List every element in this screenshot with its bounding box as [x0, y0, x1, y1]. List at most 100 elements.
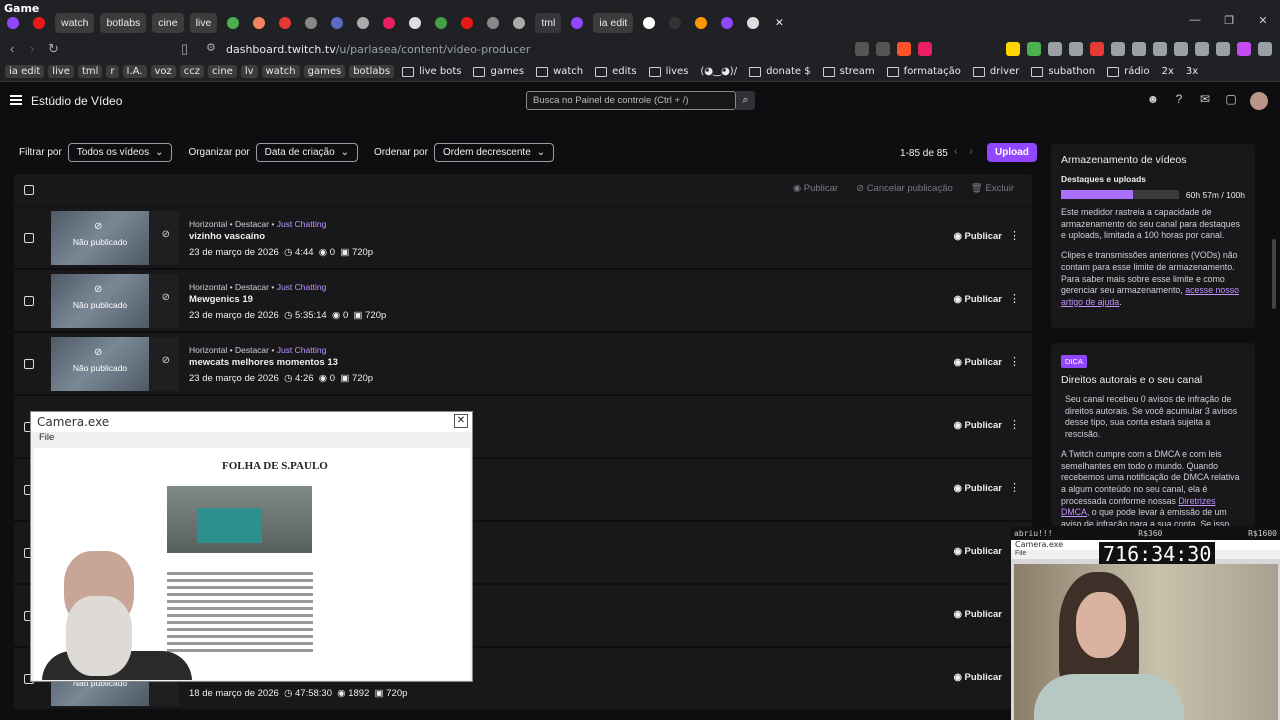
zoom-icon[interactable]	[855, 42, 869, 56]
publish-button[interactable]: ◉ Publicar	[954, 231, 1002, 242]
bookmark-item[interactable]: formatação	[883, 65, 965, 78]
share-icon[interactable]	[876, 42, 890, 56]
extension-icon[interactable]	[1048, 42, 1062, 56]
bookmark-item[interactable]: stream	[819, 65, 879, 78]
table-row[interactable]: ⊘ ⊘ Não publicado Horizontal • Destacar • J…	[14, 332, 1032, 394]
bookmark-icon[interactable]: ▯	[181, 41, 188, 57]
browser-tab[interactable]	[662, 13, 688, 33]
bookmark-item[interactable]: (◕‿◕)/	[696, 65, 741, 78]
extension-icon[interactable]	[1027, 42, 1041, 56]
table-row[interactable]: ⊘ ⊘ Não publicado Horizontal • Destacar • J…	[14, 269, 1032, 331]
browser-tab[interactable]	[506, 13, 532, 33]
pagination-arrows[interactable]: ‹›	[954, 146, 985, 157]
wallet-icon[interactable]	[1174, 42, 1188, 56]
bulk-unpublish-button[interactable]: ⊘ Cancelar publicação	[856, 183, 953, 194]
bookmark-item[interactable]: watch	[532, 65, 587, 78]
browser-tab[interactable]	[246, 13, 272, 33]
bookmark-item[interactable]: subathon	[1027, 65, 1099, 78]
hamburger-menu-icon[interactable]	[10, 95, 22, 105]
more-options-icon[interactable]: ⋮	[1009, 418, 1020, 431]
browser-tab[interactable]	[26, 13, 52, 33]
dashboard-search-input[interactable]: Busca no Painel de controle (Ctrl + /)	[526, 91, 736, 110]
camera-menu-file[interactable]: File	[31, 432, 472, 446]
close-icon[interactable]: ✕	[454, 414, 468, 428]
browser-tab[interactable]	[740, 13, 766, 33]
bulk-delete-button[interactable]: 🗑 Excluir	[971, 183, 1014, 194]
camera-window-main[interactable]: Camera.exe ✕ File FOLHA DE S.PAULO	[30, 411, 473, 682]
brave-shield-icon[interactable]	[897, 42, 911, 56]
bookmark-item[interactable]: 2x	[1158, 65, 1178, 78]
bookmark-item[interactable]: rádio	[1103, 65, 1153, 78]
menu-icon[interactable]	[1258, 42, 1272, 56]
bookmark-item[interactable]: 3x	[1182, 65, 1202, 78]
browser-tab[interactable]	[454, 13, 480, 33]
bookmark-item[interactable]: live	[48, 65, 74, 78]
camera-titlebar[interactable]: Camera.exe ✕	[31, 412, 472, 432]
browser-tab[interactable]: ia edit	[593, 13, 634, 33]
profile-icon[interactable]	[1237, 42, 1251, 56]
browser-tab[interactable]	[636, 13, 662, 33]
browser-tab[interactable]: ✕	[766, 13, 792, 33]
video-category[interactable]: Just Chatting	[277, 219, 327, 229]
publish-button[interactable]: ◉ Publicar	[954, 483, 1002, 494]
forward-icon[interactable]: ›	[30, 41, 34, 56]
bookmark-item[interactable]: games	[469, 65, 528, 78]
maximize-icon[interactable]: ❐	[1212, 14, 1246, 27]
publish-button[interactable]: ◉ Publicar	[954, 420, 1002, 431]
browser-tab[interactable]	[220, 13, 246, 33]
whispers-icon[interactable]: ▢	[1224, 92, 1238, 106]
browser-tab[interactable]	[350, 13, 376, 33]
scrollbar[interactable]	[1272, 239, 1276, 309]
browser-tab[interactable]	[298, 13, 324, 33]
video-thumbnail[interactable]: ⊘ ⊘ Não publicado	[51, 211, 179, 265]
order-dropdown[interactable]: Ordem decrescente	[433, 143, 555, 162]
video-title[interactable]: mewcats melhores momentos 13	[189, 357, 338, 368]
avatar[interactable]	[1250, 92, 1268, 110]
upload-button[interactable]: Upload	[987, 143, 1037, 162]
publish-button[interactable]: ◉ Publicar	[954, 672, 1002, 683]
inbox-icon[interactable]: ✉	[1198, 92, 1212, 106]
browser-tab[interactable]	[714, 13, 740, 33]
bookmark-item[interactable]: r	[106, 65, 119, 78]
url-field[interactable]: dashboard.twitch.tv/u/parlasea/content/v…	[226, 43, 530, 56]
site-info-icon[interactable]: ⚙	[206, 41, 216, 54]
vpn-icon[interactable]	[1216, 42, 1230, 56]
video-thumbnail[interactable]: ⊘ ⊘ Não publicado	[51, 274, 179, 328]
bookmark-item[interactable]: lives	[645, 65, 693, 78]
help-icon[interactable]: ?	[1172, 92, 1186, 106]
browser-tab[interactable]	[480, 13, 506, 33]
reload-icon[interactable]: ↻	[48, 41, 59, 57]
bookmark-item[interactable]: tml	[77, 65, 103, 78]
publish-button[interactable]: ◉ Publicar	[954, 609, 1002, 620]
row-checkbox[interactable]	[24, 296, 34, 306]
more-options-icon[interactable]: ⋮	[1009, 355, 1020, 368]
select-all-checkbox[interactable]	[24, 185, 34, 195]
browser-tab[interactable]: botlabs	[100, 13, 147, 33]
browser-tab[interactable]: tml	[535, 13, 562, 33]
browser-tab[interactable]	[324, 13, 350, 33]
leo-icon[interactable]	[1195, 42, 1209, 56]
bulk-publish-button[interactable]: ◉ Publicar	[793, 183, 838, 194]
extension-icon[interactable]	[1090, 42, 1104, 56]
browser-tab[interactable]	[688, 13, 714, 33]
filter-dropdown[interactable]: Todos os vídeos	[67, 143, 173, 162]
bookmark-item[interactable]: edits	[591, 65, 640, 78]
browser-tab[interactable]: cine	[152, 13, 184, 33]
bookmark-item[interactable]: driver	[969, 65, 1023, 78]
close-icon[interactable]: ✕	[1246, 14, 1280, 27]
bookmark-item[interactable]: games	[303, 65, 346, 78]
browser-tab[interactable]	[0, 13, 26, 33]
extension-icon[interactable]	[1006, 42, 1020, 56]
extension-icon[interactable]	[1069, 42, 1083, 56]
bookmark-item[interactable]: cine	[208, 65, 237, 78]
camera-window-small[interactable]: abriu!!! R$360 R$1600 Camera.exe File 71…	[1011, 527, 1280, 720]
browser-tab[interactable]	[272, 13, 298, 33]
video-title[interactable]: vizinho vascaíno	[189, 231, 265, 242]
browser-tab[interactable]	[376, 13, 402, 33]
bookmark-item[interactable]: lv	[240, 65, 258, 78]
creator-icon[interactable]: ☻	[1146, 92, 1160, 106]
browser-tab[interactable]	[402, 13, 428, 33]
more-options-icon[interactable]: ⋮	[1009, 292, 1020, 305]
organize-dropdown[interactable]: Data de criação	[255, 143, 359, 162]
search-icon[interactable]: ⌕	[736, 91, 755, 110]
